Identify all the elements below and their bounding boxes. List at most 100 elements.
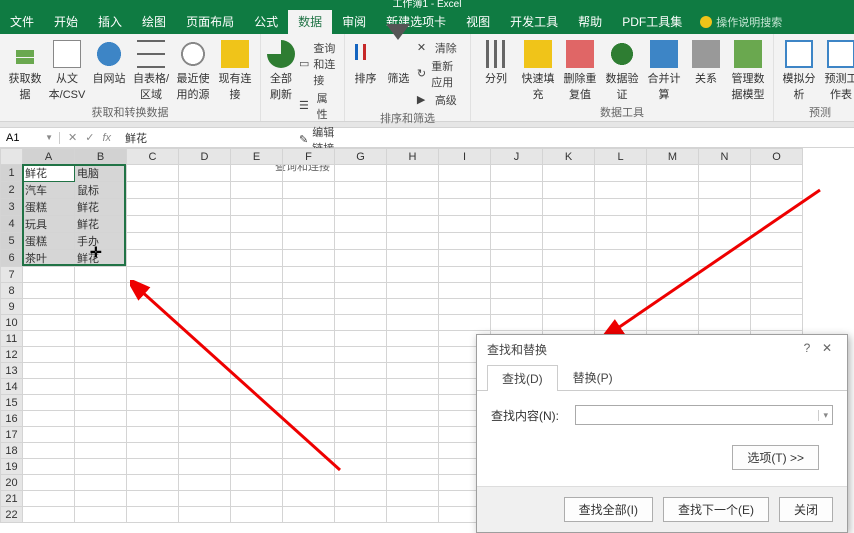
cell[interactable] [335,347,387,363]
cell[interactable] [23,331,75,347]
options-button[interactable]: 选项(T) >> [732,445,819,470]
cell[interactable] [387,199,439,216]
cell[interactable]: 手办 [75,233,127,250]
tab-draw[interactable]: 绘图 [132,10,176,34]
cell[interactable] [75,507,127,523]
cell[interactable] [335,475,387,491]
cell[interactable] [127,299,179,315]
clear-filter-button[interactable]: ✕清除 [417,40,464,56]
cell[interactable] [231,250,283,267]
tab-file[interactable]: 文件 [0,10,44,34]
cell[interactable] [179,363,231,379]
row-header[interactable]: 12 [1,347,23,363]
cell[interactable] [335,331,387,347]
cell[interactable] [335,165,387,182]
cell[interactable] [647,315,699,331]
enter-icon[interactable]: ✓ [85,131,94,144]
row-header[interactable]: 13 [1,363,23,379]
cell[interactable]: 玩具 [23,216,75,233]
tab-formulas[interactable]: 公式 [244,10,288,34]
col-header[interactable]: L [595,149,647,165]
cell[interactable] [283,331,335,347]
cell[interactable] [283,199,335,216]
cell[interactable] [439,283,491,299]
cell[interactable] [179,182,231,199]
cell[interactable] [283,315,335,331]
cell[interactable] [387,315,439,331]
cell[interactable] [179,331,231,347]
cell[interactable] [491,165,543,182]
cell[interactable] [283,411,335,427]
text-to-columns-button[interactable]: 分列 [477,36,515,86]
cell[interactable] [387,491,439,507]
cell[interactable] [439,199,491,216]
cell[interactable] [595,299,647,315]
cell[interactable]: 鼠标 [75,182,127,199]
help-icon[interactable]: ? [797,341,817,358]
cell[interactable] [179,443,231,459]
cell[interactable] [595,216,647,233]
cell[interactable] [491,315,543,331]
cell[interactable] [23,395,75,411]
cell[interactable] [127,199,179,216]
cell[interactable] [179,507,231,523]
col-header[interactable]: E [231,149,283,165]
cell[interactable] [127,331,179,347]
cell[interactable] [231,363,283,379]
row-header[interactable]: 18 [1,443,23,459]
cell[interactable] [23,363,75,379]
cell[interactable] [751,267,803,283]
cell[interactable] [491,267,543,283]
cell[interactable] [23,315,75,331]
cell[interactable] [127,233,179,250]
cell[interactable] [543,283,595,299]
cell[interactable] [75,475,127,491]
cell[interactable] [23,427,75,443]
cell[interactable] [127,347,179,363]
cell[interactable] [387,233,439,250]
cell[interactable] [387,459,439,475]
tell-me-search[interactable]: 操作说明搜索 [700,14,782,30]
cell[interactable] [387,427,439,443]
cell[interactable] [543,182,595,199]
cell[interactable] [387,267,439,283]
cell[interactable] [543,315,595,331]
cell[interactable] [283,459,335,475]
cell[interactable] [491,250,543,267]
tab-find[interactable]: 查找(D) [487,365,558,391]
cell[interactable] [751,216,803,233]
cell[interactable] [491,182,543,199]
get-data-button[interactable]: 获取数据 [6,36,44,102]
remove-duplicates-button[interactable]: 删除重复值 [561,36,599,102]
cell[interactable] [179,299,231,315]
existing-conn-button[interactable]: 现有连接 [216,36,254,102]
row-header[interactable]: 2 [1,182,23,199]
cell[interactable] [231,427,283,443]
cell[interactable] [647,267,699,283]
cell[interactable] [127,491,179,507]
cell[interactable] [231,233,283,250]
cell[interactable] [387,299,439,315]
flash-fill-button[interactable]: 快速填充 [519,36,557,102]
cell[interactable] [751,182,803,199]
cell[interactable] [491,233,543,250]
cell[interactable]: 鲜花 [75,250,127,267]
cell[interactable] [595,283,647,299]
row-header[interactable]: 19 [1,459,23,475]
cell[interactable] [23,459,75,475]
cell[interactable] [23,411,75,427]
cell[interactable] [283,182,335,199]
reapply-button[interactable]: ↻重新应用 [417,58,464,90]
cell[interactable] [283,395,335,411]
cell[interactable] [335,443,387,459]
cell[interactable] [179,395,231,411]
cell[interactable] [335,233,387,250]
tab-pdf[interactable]: PDF工具集 [612,10,692,34]
cell[interactable] [543,233,595,250]
cell[interactable] [699,216,751,233]
cell[interactable] [543,199,595,216]
cell[interactable] [283,347,335,363]
cell[interactable] [387,250,439,267]
cell[interactable] [283,233,335,250]
select-all-corner[interactable] [1,149,23,165]
